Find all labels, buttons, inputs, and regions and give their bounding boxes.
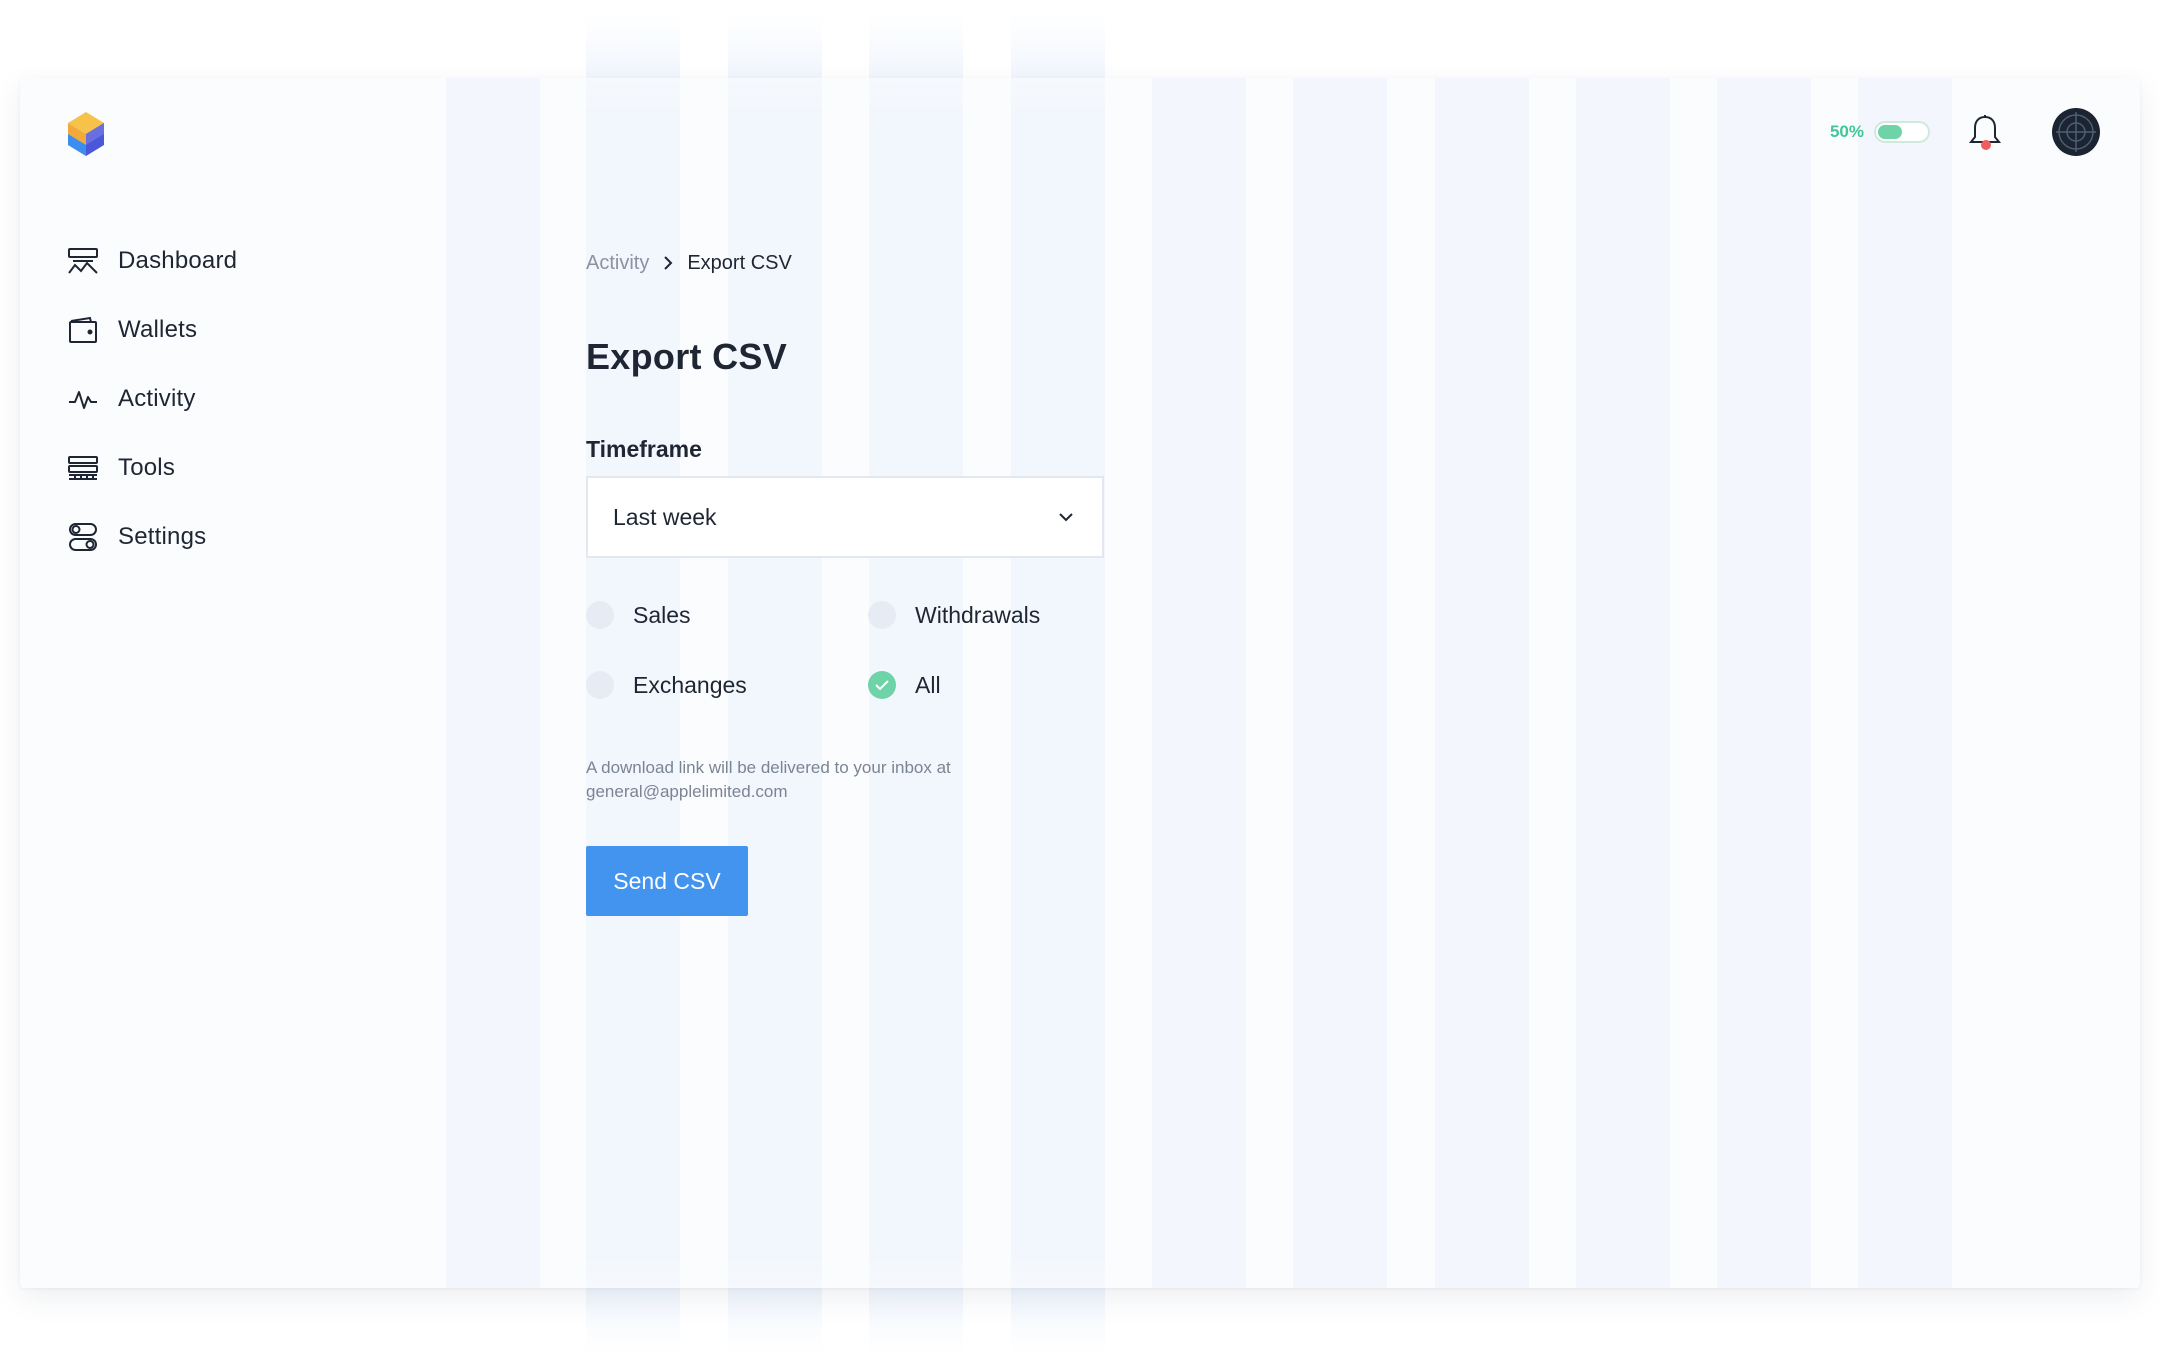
radio-all[interactable] — [868, 671, 896, 699]
activity-icon — [66, 382, 100, 416]
timeframe-label: Timeframe — [586, 436, 702, 462]
avatar[interactable] — [2052, 108, 2100, 156]
percent-label: 50% — [1829, 122, 1864, 141]
header-controls: 50% — [1830, 108, 2100, 156]
timeframe-select[interactable]: Last week — [586, 476, 1104, 558]
sidebar-item-tools[interactable]: Tools — [66, 447, 237, 489]
breadcrumb-current: Export CSV — [687, 251, 792, 274]
sidebar-item-label: Tools — [118, 454, 176, 481]
option-all[interactable]: All — [868, 670, 1104, 700]
toggle-fill — [1878, 125, 1902, 139]
sidebar-item-settings[interactable]: Settings — [66, 516, 237, 558]
sidebar-item-label: Dashboard — [118, 247, 238, 274]
breadcrumb-activity-link[interactable]: Activity — [586, 252, 649, 275]
wallet-icon — [66, 313, 100, 347]
sidebar-item-dashboard[interactable]: Dashboard — [66, 240, 237, 282]
radio-exchanges[interactable] — [586, 671, 614, 699]
chevron-right-icon — [663, 255, 673, 271]
check-icon — [875, 680, 889, 691]
option-exchanges[interactable]: Exchanges — [586, 670, 868, 700]
option-label: Sales — [633, 601, 691, 628]
sidebar-item-label: Settings — [118, 523, 207, 550]
tools-icon — [66, 451, 100, 485]
notification-dot — [1981, 140, 1991, 150]
option-label: Exchanges — [633, 671, 747, 698]
page-title: Export CSV — [586, 336, 788, 377]
send-csv-button[interactable]: Send CSV — [586, 846, 748, 916]
sidebar-item-label: Wallets — [118, 316, 198, 343]
chevron-down-icon — [1059, 513, 1073, 522]
sidebar-item-activity[interactable]: Activity — [66, 378, 237, 420]
radio-sales[interactable] — [586, 601, 614, 629]
delivery-hint: A download link will be delivered to you… — [586, 758, 951, 801]
option-withdrawals[interactable]: Withdrawals — [868, 600, 1104, 630]
option-label: Withdrawals — [915, 601, 1041, 628]
export-type-options: Sales Withdrawals Exchanges All — [586, 600, 1106, 700]
option-label: All — [915, 671, 941, 698]
sidebar-item-label: Activity — [118, 385, 196, 412]
option-sales[interactable]: Sales — [586, 600, 868, 630]
breadcrumb: Activity Export CSV — [586, 248, 1106, 278]
sidebar-nav: Dashboard Wallets Activity Tools Setting… — [66, 240, 237, 585]
avatar-image — [2056, 112, 2096, 152]
radio-withdrawals[interactable] — [868, 601, 896, 629]
dashboard-icon — [66, 244, 100, 278]
export-csv-panel: Activity Export CSV Export CSV Timeframe… — [586, 248, 1106, 916]
sidebar-item-wallets[interactable]: Wallets — [66, 309, 237, 351]
app-logo[interactable] — [66, 112, 106, 156]
settings-icon — [66, 520, 100, 554]
timeframe-value: Last week — [613, 503, 717, 530]
percent-toggle[interactable] — [1874, 121, 1930, 143]
app-canvas: Dashboard Wallets Activity Tools Setting… — [0, 0, 2160, 1368]
notifications-button[interactable] — [1968, 114, 2002, 150]
